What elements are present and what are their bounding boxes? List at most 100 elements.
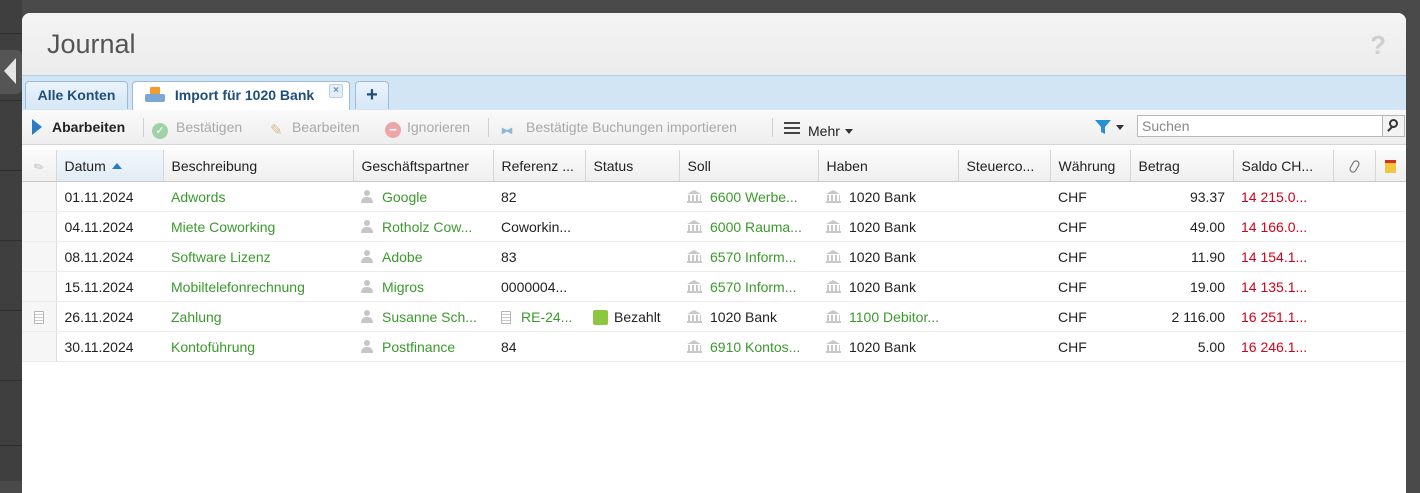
column-header-credit[interactable]: Haben — [818, 150, 959, 182]
column-header-description[interactable]: Beschreibung — [163, 150, 354, 182]
partner-name: Adobe — [382, 248, 423, 265]
cell-debit[interactable]: 6600 Werbe... — [679, 181, 818, 212]
column-header-attachment[interactable] — [1333, 150, 1376, 182]
cell-description[interactable]: Adwords — [163, 181, 353, 212]
table-row[interactable]: 15.11.2024 Mobiltelefonrechnung Migros 0000… — [22, 271, 1406, 302]
column-label: Datum — [64, 157, 106, 174]
column-header-amount[interactable]: Betrag — [1130, 150, 1234, 182]
table-row[interactable]: 26.11.2024 Zahlung Susanne Sch... RE-24... B… — [22, 301, 1406, 332]
edit-button[interactable]: ✎ Bearbeiten — [270, 119, 360, 139]
cell-partner[interactable]: Rotholz Cow... — [353, 211, 493, 242]
bank-icon — [826, 279, 841, 293]
cell-date: 04.11.2024 — [56, 211, 163, 242]
tab-import-bank[interactable]: Import für 1020 Bank × — [132, 81, 350, 111]
cell-note[interactable] — [1375, 271, 1406, 302]
cell-credit[interactable]: 1100 Debitor... — [818, 301, 958, 332]
cell-credit[interactable]: 1020 Bank — [818, 181, 958, 212]
cell-description[interactable]: Zahlung — [163, 301, 353, 332]
more-menu-button[interactable]: Mehr — [784, 119, 853, 139]
debit-account: 6910 Kontos... — [710, 338, 801, 355]
filter-button[interactable] — [1094, 119, 1124, 138]
cell-attachment[interactable] — [1333, 331, 1375, 362]
person-icon — [361, 219, 373, 233]
column-header-debit[interactable]: Soll — [679, 150, 819, 182]
collapse-arrow-icon[interactable] — [4, 58, 16, 84]
cell-attachment[interactable] — [1333, 271, 1375, 302]
table-row[interactable]: 30.11.2024 Kontoführung Postfinance 84 6910 … — [22, 331, 1406, 362]
column-header-reference[interactable]: Referenz ... — [493, 150, 586, 182]
cell-debit[interactable]: 1020 Bank — [679, 301, 818, 332]
cell-note[interactable] — [1375, 211, 1406, 242]
credit-account: 1100 Debitor... — [849, 308, 940, 325]
cell-partner[interactable]: Migros — [353, 271, 493, 302]
cell-partner[interactable]: Postfinance — [353, 331, 493, 362]
cell-tax — [958, 181, 1050, 212]
cell-credit[interactable]: 1020 Bank — [818, 271, 958, 302]
process-button[interactable]: Abarbeiten — [32, 119, 125, 135]
cell-debit[interactable]: 6570 Inform... — [679, 241, 818, 272]
cell-note[interactable] — [1375, 241, 1406, 272]
cell-description[interactable]: Software Lizenz — [163, 241, 353, 272]
search-button[interactable] — [1383, 115, 1405, 137]
cell-debit[interactable]: 6910 Kontos... — [679, 331, 818, 362]
cell-balance: 16 251.1... — [1233, 301, 1333, 332]
row-handle[interactable] — [22, 241, 57, 272]
cell-currency: CHF — [1050, 181, 1130, 212]
cell-attachment[interactable] — [1333, 181, 1375, 212]
row-handle[interactable] — [22, 211, 57, 242]
import-confirmed-button[interactable]: ▸◂ Bestätigte Buchungen importieren — [502, 119, 737, 137]
partner-name: Postfinance — [382, 338, 456, 355]
tab-bar: Alle Konten Import für 1020 Bank × + — [22, 75, 1406, 111]
column-header-note[interactable] — [1375, 150, 1406, 182]
cell-description[interactable]: Miete Coworking — [163, 211, 353, 242]
row-handle[interactable] — [22, 331, 57, 362]
ignore-button[interactable]: − Ignorieren — [385, 119, 470, 138]
column-header-status[interactable]: Status — [585, 150, 680, 182]
cell-partner[interactable]: Susanne Sch... — [353, 301, 493, 332]
cell-attachment[interactable] — [1333, 241, 1375, 272]
cell-reference: Coworkin... — [493, 211, 585, 242]
column-header-tax[interactable]: Steuerco... — [958, 150, 1051, 182]
cell-description[interactable]: Mobiltelefonrechnung — [163, 271, 353, 302]
column-header-date[interactable]: Datum — [56, 150, 164, 182]
cell-note[interactable] — [1375, 301, 1406, 332]
close-tab-icon[interactable]: × — [329, 84, 343, 98]
cell-debit[interactable]: 6570 Inform... — [679, 271, 818, 302]
tab-all-accounts[interactable]: Alle Konten — [25, 81, 128, 109]
cell-note[interactable] — [1375, 331, 1406, 362]
cell-partner[interactable]: Google — [353, 181, 493, 212]
row-handle[interactable] — [22, 301, 57, 332]
table-row[interactable]: 01.11.2024 Adwords Google 82 6600 Werbe... 10… — [22, 181, 1406, 212]
confirm-button[interactable]: ✓ Bestätigen — [152, 119, 242, 139]
cell-credit[interactable]: 1020 Bank — [818, 241, 958, 272]
cell-attachment[interactable] — [1333, 211, 1375, 242]
cell-credit[interactable]: 1020 Bank — [818, 211, 958, 242]
cell-description[interactable]: Kontoführung — [163, 331, 353, 362]
bank-icon — [687, 309, 702, 323]
column-header-balance[interactable]: Saldo CH... — [1233, 150, 1334, 182]
pin-column-header[interactable]: ✎ — [22, 150, 57, 182]
debit-account: 1020 Bank — [710, 308, 777, 325]
cell-amount: 19.00 — [1130, 271, 1233, 302]
cell-tax — [958, 241, 1050, 272]
table-row[interactable]: 04.11.2024 Miete Coworking Rotholz Cow... C… — [22, 211, 1406, 242]
cell-debit[interactable]: 6000 Rauma... — [679, 211, 818, 242]
table-row[interactable]: 08.11.2024 Software Lizenz Adobe 83 6570 Inf… — [22, 241, 1406, 272]
cell-attachment[interactable] — [1333, 301, 1375, 332]
row-handle[interactable] — [22, 181, 57, 212]
cell-reference: 0000004... — [493, 271, 585, 302]
search-field[interactable] — [1137, 115, 1383, 137]
add-tab-button[interactable]: + — [355, 81, 389, 109]
column-header-partner[interactable]: Geschäftspartner — [353, 150, 494, 182]
cell-tax — [958, 331, 1050, 362]
cell-note[interactable] — [1375, 181, 1406, 212]
column-header-currency[interactable]: Währung — [1050, 150, 1131, 182]
table-header-row: ✎ Datum Beschreibung Geschäftspartner Re… — [22, 150, 1406, 182]
row-handle[interactable] — [22, 271, 57, 302]
cell-partner[interactable]: Adobe — [353, 241, 493, 272]
help-icon[interactable]: ? — [1370, 30, 1386, 61]
reference-value: 82 — [501, 188, 517, 205]
reference-value: RE-24... — [521, 308, 573, 325]
search-input[interactable] — [1138, 116, 1374, 136]
cell-credit[interactable]: 1020 Bank — [818, 331, 958, 362]
